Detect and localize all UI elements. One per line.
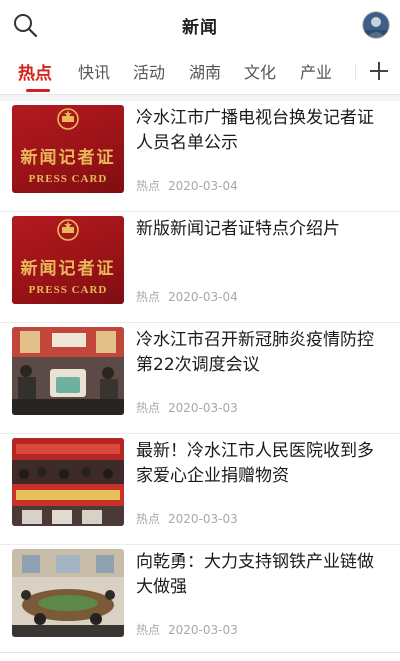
news-tag: 热点	[136, 290, 161, 304]
news-date: 2020-03-03	[168, 512, 238, 526]
news-tag: 热点	[136, 179, 161, 193]
press-card-en: PRESS CARD	[28, 173, 108, 185]
tab-events[interactable]: 活动	[133, 59, 165, 83]
news-item[interactable]: 向乾勇：大力支持钢铁产业链做大做强 热点 2020-03-03	[0, 544, 400, 656]
news-meta: 热点 2020-03-03	[136, 621, 238, 638]
news-title[interactable]: 冷水江市广播电视台换发记者证人员名单公示	[136, 106, 386, 156]
news-item[interactable]: 新闻记者证 PRESS CARD 新版新闻记者证特点介绍片 热点 2020-03-…	[0, 211, 400, 323]
news-date: 2020-03-04	[168, 179, 238, 193]
emblem-icon	[57, 108, 79, 130]
news-meta: 热点 2020-03-03	[136, 399, 238, 416]
page-title: 新闻	[182, 18, 218, 38]
news-title[interactable]: 向乾勇：大力支持钢铁产业链做大做强	[136, 550, 386, 600]
news-title[interactable]: 新版新闻记者证特点介绍片	[136, 217, 386, 242]
news-meta: 热点 2020-03-04	[136, 177, 238, 194]
news-tag: 热点	[136, 401, 161, 415]
press-card-zh: 新闻记者证	[20, 259, 116, 279]
news-date: 2020-03-03	[168, 623, 238, 637]
news-meta: 热点 2020-03-04	[136, 288, 238, 305]
news-title[interactable]: 冷水江市召开新冠肺炎疫情防控第22次调度会议	[136, 328, 386, 378]
tab-hot[interactable]: 热点	[18, 59, 52, 84]
news-item[interactable]: 新闻记者证 PRESS CARD 冷水江市广播电视台换发记者证人员名单公示 热点…	[0, 100, 400, 212]
press-card-image: 新闻记者证 PRESS CARD	[12, 105, 124, 193]
news-meta: 热点 2020-03-03	[136, 510, 238, 527]
meeting-photo	[12, 327, 124, 415]
press-card-en: PRESS CARD	[28, 284, 108, 296]
tab-hunan[interactable]: 湖南	[189, 59, 221, 83]
press-card-image: 新闻记者证 PRESS CARD	[12, 216, 124, 304]
tab-separator	[355, 64, 356, 80]
news-item[interactable]: 最新！冷水江市人民医院收到多家爱心企业捐赠物资 热点 2020-03-03	[0, 433, 400, 545]
plus-icon[interactable]	[366, 58, 392, 84]
active-tab-indicator	[26, 89, 50, 92]
news-tag: 热点	[136, 623, 161, 637]
conference-photo	[12, 549, 124, 637]
news-tag: 热点	[136, 512, 161, 526]
donation-photo	[12, 438, 124, 526]
tab-industry[interactable]: 产业	[300, 59, 332, 83]
tab-culture[interactable]: 文化	[244, 59, 276, 83]
news-item[interactable]: 冷水江市召开新冠肺炎疫情防控第22次调度会议 热点 2020-03-03	[0, 322, 400, 434]
emblem-icon	[57, 219, 79, 241]
tab-flash[interactable]: 快讯	[78, 59, 110, 83]
app-header: 新闻	[0, 0, 400, 50]
press-card-zh: 新闻记者证	[20, 148, 116, 168]
category-tabs: 热点 快讯 活动 湖南 文化 产业	[0, 50, 400, 94]
news-date: 2020-03-04	[168, 290, 238, 304]
news-title[interactable]: 最新！冷水江市人民医院收到多家爱心企业捐赠物资	[136, 439, 386, 489]
news-date: 2020-03-03	[168, 401, 238, 415]
user-avatar[interactable]	[362, 11, 390, 39]
